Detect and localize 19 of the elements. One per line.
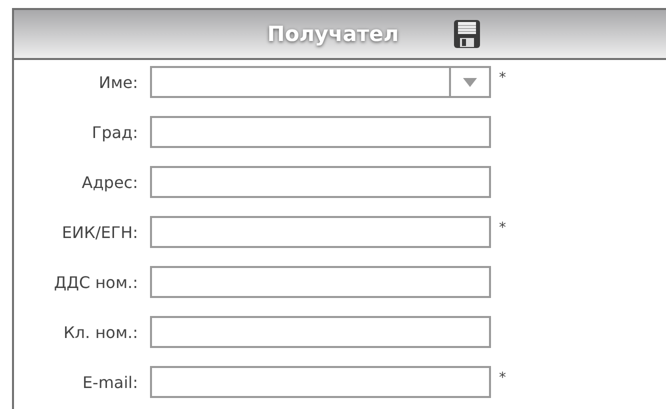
field-label: Кл. ном.: (62, 322, 139, 342)
field-label: ЕИК/ЕГН: (60, 222, 139, 242)
field-label: ДДС ном.: (52, 272, 139, 292)
field-label: Име: (98, 72, 139, 92)
input-field[interactable] (150, 266, 491, 298)
panel-title: Получател (267, 22, 399, 46)
input-field[interactable] (150, 366, 491, 398)
input-field[interactable] (150, 216, 491, 248)
required-mark: * (499, 370, 506, 386)
field-label: Адрес: (80, 172, 139, 192)
input-field[interactable] (150, 116, 491, 148)
input-field[interactable] (150, 166, 491, 198)
caret-icon (463, 78, 477, 86)
required-mark: * (499, 220, 506, 236)
field-label: Град: (90, 122, 139, 142)
field-label: E-mail: (81, 372, 139, 392)
input-field[interactable] (150, 316, 491, 348)
dropdown-field[interactable] (150, 66, 491, 98)
required-mark: * (499, 70, 506, 86)
